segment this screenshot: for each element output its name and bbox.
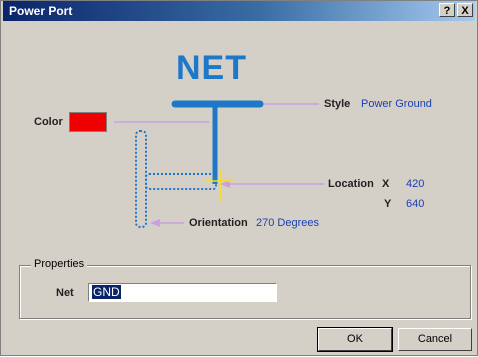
- properties-group-legend: Properties: [31, 258, 88, 270]
- style-value[interactable]: Power Ground: [361, 98, 432, 110]
- location-x-label: X: [382, 178, 390, 190]
- net-input[interactable]: GND: [88, 283, 277, 302]
- power-port-dialog: Power Port ? X NET Style Power Ground Co…: [0, 0, 478, 356]
- ok-button[interactable]: OK: [317, 327, 393, 352]
- color-swatch[interactable]: [69, 112, 107, 132]
- location-y-label: Y: [384, 198, 392, 210]
- orientation-label: Orientation: [189, 217, 248, 229]
- rotated-preview-outline: [135, 130, 217, 228]
- cancel-button[interactable]: Cancel: [398, 328, 472, 351]
- orientation-value[interactable]: 270 Degrees: [256, 217, 319, 229]
- style-label: Style: [324, 98, 351, 110]
- net-label: Net: [56, 287, 74, 299]
- location-label: Location: [328, 178, 374, 190]
- location-x-value[interactable]: 420: [406, 178, 424, 190]
- net-input-value: GND: [92, 285, 121, 299]
- location-y-value[interactable]: 640: [406, 198, 424, 210]
- color-label: Color: [34, 116, 63, 128]
- orientation-arrow-icon: [150, 219, 160, 227]
